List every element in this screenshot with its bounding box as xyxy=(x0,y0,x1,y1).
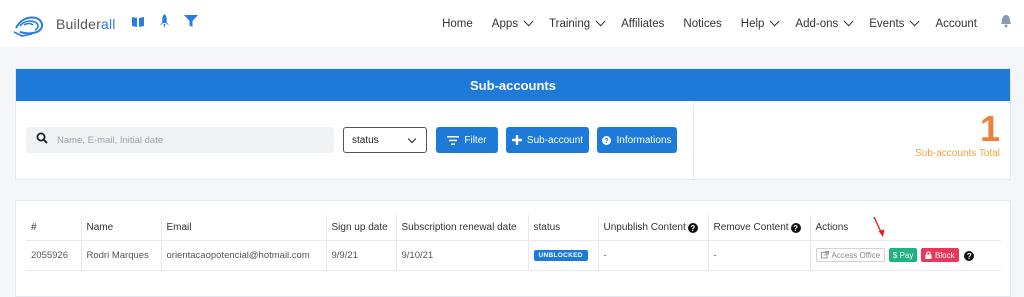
col-renewal: Subscription renewal date xyxy=(395,215,528,241)
filter-lines-icon xyxy=(447,135,460,145)
col-name: Name xyxy=(80,215,161,241)
toolbar: status Filter Sub-account ? Informations xyxy=(16,101,694,181)
cell-actions: Access Office $ Pay Block ? xyxy=(809,240,1001,271)
access-office-label: Access Office xyxy=(831,250,881,260)
question-circle-icon: ? xyxy=(602,135,612,145)
filter-button[interactable]: Filter xyxy=(436,127,498,153)
informations-button[interactable]: ? Informations xyxy=(597,127,677,153)
col-unpublish-label: Unpublish Content xyxy=(603,221,686,233)
book-icon[interactable] xyxy=(131,15,145,33)
block-button[interactable]: Block xyxy=(921,248,959,262)
nav-home[interactable]: Home xyxy=(442,18,473,30)
plus-icon xyxy=(511,135,522,145)
sub-accounts-panel: Sub-accounts status Filter Sub-account xyxy=(15,68,1011,181)
chevron-down-icon xyxy=(523,16,534,27)
filter-button-label: Filter xyxy=(464,134,487,146)
informations-label: Informations xyxy=(616,134,672,146)
sub-accounts-table-card: # Name Email Sign up date Subscription r… xyxy=(15,200,1011,297)
total-count: 1 xyxy=(979,108,1000,149)
help-icon[interactable]: ? xyxy=(687,223,698,233)
nav-events[interactable]: Events xyxy=(869,16,921,30)
chevron-down-icon xyxy=(595,16,606,27)
status-select-value: status xyxy=(352,134,379,146)
col-status: status xyxy=(527,215,598,241)
panel-title: Sub-accounts xyxy=(16,69,1010,101)
builderall-logo[interactable]: Builderall xyxy=(12,10,116,38)
sub-accounts-table: # Name Email Sign up date Subscription r… xyxy=(26,215,1001,271)
rocket-icon[interactable] xyxy=(159,14,170,33)
sub-accounts-total: 1 Sub-accounts Total xyxy=(915,108,1000,160)
cell-renewal: 9/10/21 xyxy=(395,240,528,271)
help-icon[interactable]: ? xyxy=(964,251,975,262)
chevron-down-icon xyxy=(770,16,780,27)
col-email: Email xyxy=(160,215,326,241)
cell-email: orientacaopotencial@hotmail.com xyxy=(160,240,326,271)
logo-text: Builderall xyxy=(56,16,116,32)
add-sub-account-button[interactable]: Sub-account xyxy=(506,127,589,153)
external-link-icon xyxy=(820,251,829,259)
status-select[interactable]: status xyxy=(343,127,427,153)
add-sub-account-label: Sub-account xyxy=(526,134,584,146)
main-nav: Home Apps Training Affiliates Notices He… xyxy=(442,0,1024,47)
col-remove-label: Remove Content xyxy=(713,221,789,233)
cell-status: UNBLOCKED xyxy=(527,240,598,271)
access-office-button[interactable]: Access Office xyxy=(815,248,886,262)
nav-training[interactable]: Training xyxy=(549,16,606,30)
col-remove: Remove Content? xyxy=(707,215,810,241)
nav-account[interactable]: Account xyxy=(935,18,977,30)
nav-help[interactable]: Help xyxy=(741,16,780,30)
svg-text:?: ? xyxy=(605,138,609,145)
col-id: # xyxy=(26,215,81,241)
total-label: Sub-accounts Total xyxy=(915,148,1000,159)
cell-unpublish: - xyxy=(597,240,708,271)
annotation-arrow-icon xyxy=(873,216,885,237)
cell-name: Rodri Marques xyxy=(80,240,161,271)
cell-id: 2055926 xyxy=(26,240,81,271)
search-box[interactable] xyxy=(26,127,334,153)
col-signup: Sign up date xyxy=(325,215,396,241)
cell-signup: 9/9/21 xyxy=(325,240,396,271)
block-label: Block xyxy=(935,250,955,260)
col-actions: Actions xyxy=(809,215,1001,241)
col-unpublish: Unpublish Content? xyxy=(597,215,708,241)
nav-notices[interactable]: Notices xyxy=(683,18,721,30)
builderall-logo-icon xyxy=(13,16,44,37)
filter-icon[interactable] xyxy=(184,14,198,33)
pay-button[interactable]: $ Pay xyxy=(888,248,918,262)
table-row: 2055926 Rodri Marques orientacaopotencia… xyxy=(26,240,1001,271)
nav-apps[interactable]: Apps xyxy=(492,16,534,30)
chevron-down-icon xyxy=(843,16,854,27)
table-header-row: # Name Email Sign up date Subscription r… xyxy=(26,215,1001,241)
status-badge: UNBLOCKED xyxy=(533,250,588,261)
search-input[interactable] xyxy=(57,134,307,146)
top-navbar: Builderall Home Apps Training Affiliates… xyxy=(0,0,1024,47)
search-icon xyxy=(36,131,48,149)
chevron-down-icon xyxy=(407,134,417,144)
notification-bell-icon[interactable] xyxy=(1000,14,1012,33)
lock-icon xyxy=(925,251,932,259)
nav-affiliates[interactable]: Affiliates xyxy=(621,18,664,30)
cell-remove: - xyxy=(707,240,810,271)
chevron-down-icon xyxy=(910,16,921,27)
help-icon[interactable]: ? xyxy=(790,223,801,233)
nav-addons[interactable]: Add-ons xyxy=(795,16,854,30)
